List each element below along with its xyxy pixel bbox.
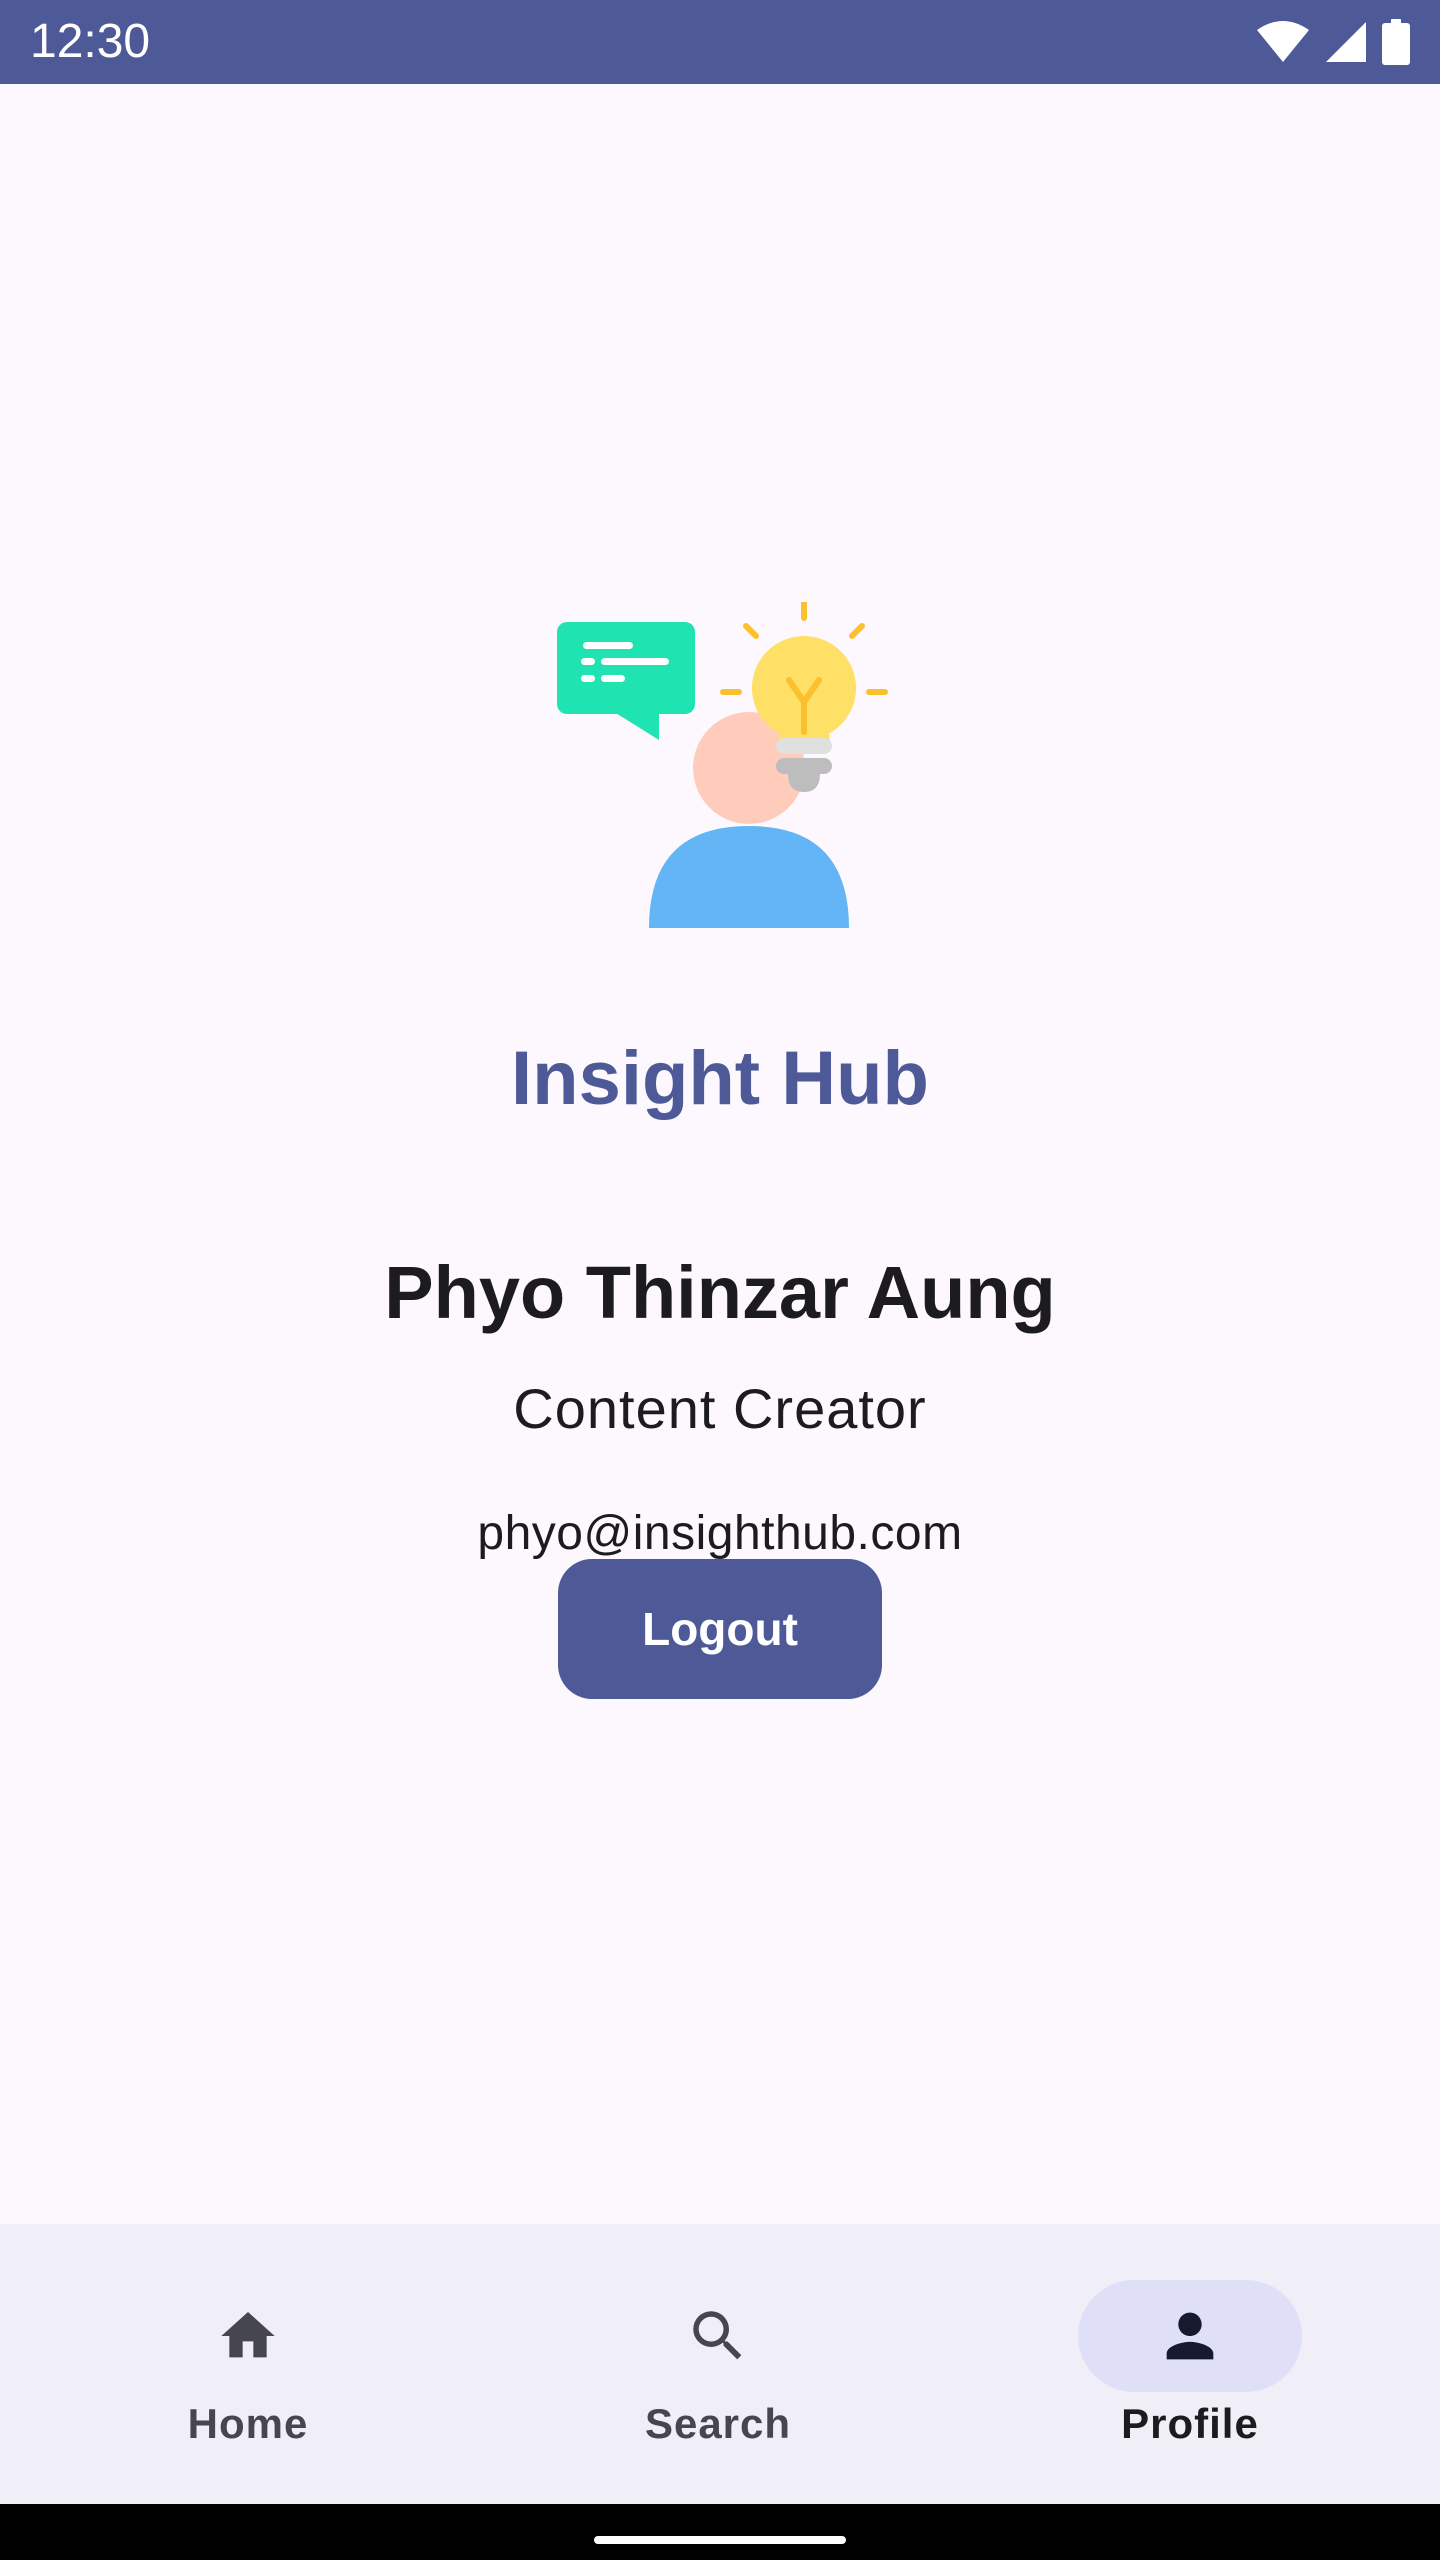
nav-item-profile[interactable]: Profile xyxy=(950,2224,1430,2504)
user-role: Content Creator xyxy=(513,1377,927,1440)
app-name: Insight Hub xyxy=(511,1036,929,1121)
search-icon xyxy=(693,2311,742,2360)
nav-indicator-profile xyxy=(1078,2280,1302,2392)
nav-indicator-search xyxy=(606,2280,830,2392)
logout-button[interactable]: Logout xyxy=(558,1559,882,1699)
home-icon xyxy=(221,2312,275,2358)
wifi-icon xyxy=(1257,21,1309,62)
status-icons xyxy=(1256,18,1410,66)
gesture-bar xyxy=(0,2504,1440,2560)
status-bar: 12:30 xyxy=(0,0,1440,84)
nav-item-home[interactable]: Home xyxy=(8,2224,488,2504)
bottom-navigation: Home Search Profile xyxy=(0,2224,1440,2504)
battery-icon xyxy=(1382,19,1410,65)
status-time: 12:30 xyxy=(30,15,151,68)
person-icon xyxy=(1166,2312,1214,2360)
nav-item-search[interactable]: Search xyxy=(478,2224,958,2504)
person-idea-icon xyxy=(557,602,888,928)
nav-label-home: Home xyxy=(187,2400,309,2447)
home-gesture-handle[interactable] xyxy=(594,2536,846,2544)
user-name: Phyo Thinzar Aung xyxy=(384,1251,1056,1334)
nav-label-profile: Profile xyxy=(1121,2400,1259,2447)
user-email: phyo@insighthub.com xyxy=(477,1507,963,1560)
nav-label-search: Search xyxy=(644,2400,792,2447)
cellular-signal-icon xyxy=(1326,22,1366,62)
nav-indicator-home xyxy=(136,2280,360,2392)
profile-screen: Insight Hub Phyo Thinzar Aung Content Cr… xyxy=(0,84,1440,2224)
